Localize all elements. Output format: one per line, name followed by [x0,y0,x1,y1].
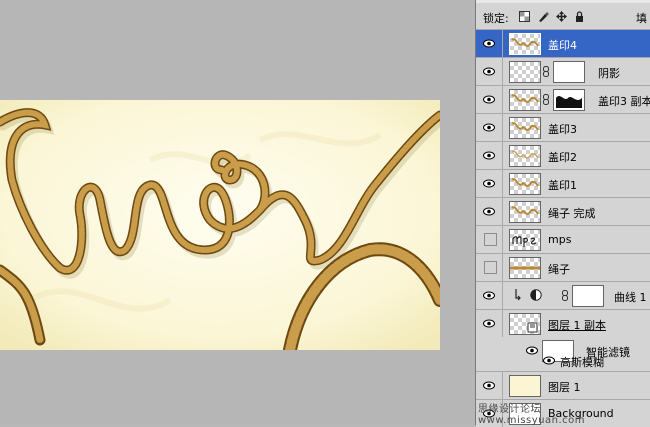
eye-icon [483,207,495,216]
layer-row-gaiyin2[interactable]: 盖印2 [476,141,650,169]
layer-name: 曲线 1 [614,291,647,304]
layer-row-mps[interactable]: mps [476,225,650,253]
layer-name: mps [548,233,572,246]
layer-mask-thumbnail [553,89,585,111]
layer-name: 盖印1 [548,179,577,192]
visibility-toggle[interactable] [476,198,503,225]
layer-thumbnail [509,117,541,139]
lock-image-pixels-icon[interactable] [538,11,549,22]
eye-icon [483,123,495,132]
eye-icon [483,319,495,328]
rope-artwork [0,100,440,350]
layer-row-gaiyin3[interactable]: 盖印3 [476,113,650,141]
layer-thumbnail [509,33,541,55]
eye-icon [483,39,495,48]
document-workspace [0,0,475,425]
visibility-toggle[interactable] [476,254,503,281]
visibility-toggle[interactable] [476,142,503,169]
eye-icon[interactable] [543,356,555,365]
layer-name: 阴影 [598,67,620,80]
layer-name: 盖印4 [548,39,577,52]
adjustment-layer-icon [530,289,542,301]
layer-mask-thumbnail [553,61,585,83]
layer-row-gaiyin4[interactable]: 盖印4 [476,29,650,57]
filter-name: 高斯模糊 [560,356,604,369]
layer-thumbnail [509,145,541,167]
link-chain-icon [543,94,549,105]
visibility-toggle[interactable] [476,310,503,337]
eye-icon [483,381,495,390]
layer-row-gaiyin3-copy[interactable]: 盖印3 副本 [476,85,650,113]
layer-mask-thumbnail [572,285,604,307]
hidden-visibility-box [484,233,497,246]
layer-name: 盖印3 副本 [598,95,650,108]
visibility-toggle[interactable] [476,86,503,113]
document-canvas[interactable] [0,100,440,350]
layer-name: 绳子 完成 [548,207,596,220]
hidden-visibility-box [484,261,497,274]
fill-label: 填 [636,12,647,25]
layer-thumbnail [509,313,541,335]
lock-position-icon[interactable] [556,11,567,22]
layer-thumbnail [509,229,541,251]
site-watermark: 思缘设计论坛 www.missyuan.com [478,404,585,426]
layer-row-gaiyin1[interactable]: 盖印1 [476,169,650,197]
layer-row-layer1[interactable]: 图层 1 [476,371,650,399]
layer-thumbnail [509,201,541,223]
layer-thumbnail [509,61,541,83]
gaussian-blur-row[interactable]: 高斯模糊 [476,350,650,370]
lock-bar: 锁定: 填 [476,3,650,29]
layer-row-shadow[interactable]: 阴影 [476,57,650,85]
eye-icon [483,291,495,300]
visibility-toggle[interactable] [476,282,503,309]
eye-icon [483,95,495,104]
visibility-toggle[interactable] [476,114,503,141]
layer-thumbnail [509,257,541,279]
visibility-toggle[interactable] [476,30,503,57]
layer-thumbnail [509,375,541,397]
layer-name: 绳子 [548,263,570,276]
eye-icon [483,179,495,188]
clipping-arrow-icon [515,289,521,301]
lock-label: 锁定: [483,12,509,25]
eye-icon [483,67,495,76]
eye-icon [483,151,495,160]
layer-row-layer1-copy[interactable]: 图层 1 副本 [476,309,650,337]
visibility-toggle[interactable] [476,58,503,85]
layer-name: 图层 1 [548,381,581,394]
layer-row-rope-done[interactable]: 绳子 完成 [476,197,650,225]
layer-name: 盖印2 [548,151,577,164]
link-chain-icon [543,66,549,77]
layer-row-rope[interactable]: 绳子 [476,253,650,281]
layer-name: 盖印3 [548,123,577,136]
visibility-toggle[interactable] [476,170,503,197]
visibility-toggle[interactable] [476,372,503,399]
visibility-toggle[interactable] [476,226,503,253]
layers-panel: 锁定: 填 盖印4 阴影 盖印3 副本 盖印3 盖印2 盖印1 绳子 完成 mp… [475,0,650,427]
layer-thumbnail [509,89,541,111]
layer-thumbnail [509,173,541,195]
link-chain-icon [562,290,568,301]
layer-name: 图层 1 副本 [548,319,606,332]
lock-all-icon[interactable] [574,11,585,22]
layer-row-curves[interactable]: 曲线 1 [476,281,650,309]
lock-transparent-pixels-icon[interactable] [519,11,530,22]
